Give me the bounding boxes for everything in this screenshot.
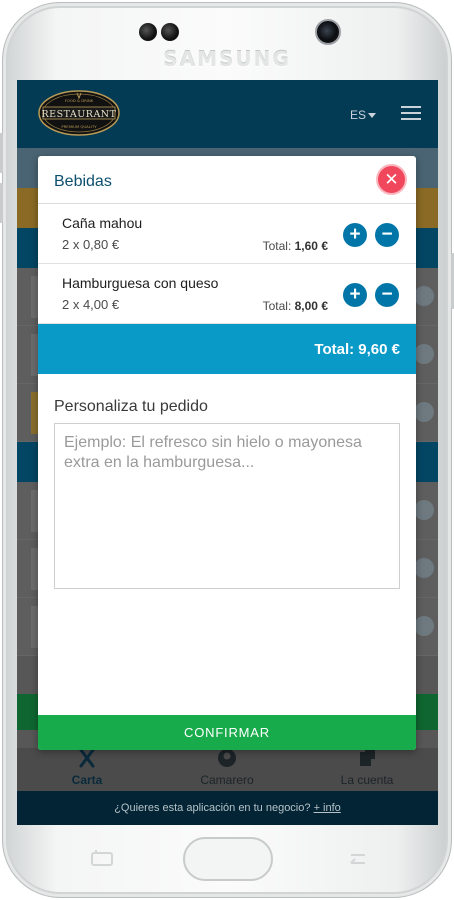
restaurant-logo[interactable]: RESTAURANT FOOD & DRINK PREMIUM QUALITY xyxy=(37,88,121,138)
svg-text:FOOD & DRINK: FOOD & DRINK xyxy=(65,98,94,103)
item-total: Total: 8,00 € xyxy=(262,299,328,313)
item-total-value: 1,60 € xyxy=(294,239,328,253)
item-total: Total: 1,60 € xyxy=(262,239,328,253)
volume-button xyxy=(0,133,3,173)
volume-button xyxy=(0,183,3,223)
nav-camarero[interactable]: Camarero xyxy=(157,748,297,791)
nav-label: Carta xyxy=(71,773,103,787)
item-name: Hamburguesa con queso xyxy=(62,275,219,291)
order-notes-input[interactable] xyxy=(54,423,400,589)
language-label: ES xyxy=(350,108,367,122)
order-modal: Bebidas ✕ Caña mahou 2 x 0,80 € Total: 1… xyxy=(38,156,416,750)
device-brand: SAMSUNG xyxy=(163,47,291,71)
recent-apps-key[interactable] xyxy=(89,849,115,869)
grand-total-bar: Total: 9,60 € xyxy=(38,324,416,374)
nav-la-cuenta[interactable]: La cuenta xyxy=(297,748,437,791)
minus-icon[interactable]: − xyxy=(375,283,399,307)
nav-carta[interactable]: Carta xyxy=(17,748,157,791)
modal-title: Bebidas xyxy=(54,173,112,190)
modal-header: Bebidas ✕ xyxy=(38,156,416,204)
bottom-navigation: Carta Camarero La cuenta xyxy=(17,748,438,791)
item-quantity: 2 x 0,80 € xyxy=(62,237,120,252)
customize-label: Personaliza tu pedido xyxy=(54,398,208,415)
item-quantity: 2 x 4,00 € xyxy=(62,297,120,312)
bill-icon xyxy=(297,748,437,770)
item-total-value: 8,00 € xyxy=(294,299,328,313)
sensor-dot xyxy=(161,23,179,41)
caret-down-icon xyxy=(368,113,377,119)
order-item: Caña mahou 2 x 0,80 € Total: 1,60 € + − xyxy=(38,204,416,264)
hamburger-menu-icon[interactable] xyxy=(401,106,421,122)
plus-icon[interactable]: + xyxy=(343,223,367,247)
promo-text: ¿Quieres esta aplicación en tu negocio? xyxy=(114,802,311,814)
promo-link[interactable]: + info xyxy=(314,802,341,814)
home-button[interactable] xyxy=(183,837,273,881)
close-icon[interactable]: ✕ xyxy=(378,166,405,193)
cutlery-icon xyxy=(17,748,157,770)
language-selector[interactable]: ES xyxy=(350,108,377,122)
promo-banner: ¿Quieres esta aplicación en tu negocio? … xyxy=(17,791,438,825)
front-camera xyxy=(315,19,341,45)
sensor-dot xyxy=(139,23,157,41)
nav-label: Camarero xyxy=(200,773,254,787)
logo-text: RESTAURANT xyxy=(42,109,117,120)
plus-icon[interactable]: + xyxy=(343,283,367,307)
minus-icon[interactable]: − xyxy=(375,223,399,247)
order-item: Hamburguesa con queso 2 x 4,00 € Total: … xyxy=(38,264,416,324)
waiter-icon xyxy=(157,748,297,770)
back-key[interactable] xyxy=(345,849,371,869)
item-name: Caña mahou xyxy=(62,215,143,231)
app-header: RESTAURANT FOOD & DRINK PREMIUM QUALITY … xyxy=(17,80,438,148)
nav-label: La cuenta xyxy=(340,773,394,787)
confirm-button[interactable]: CONFIRMAR xyxy=(38,715,416,750)
svg-text:PREMIUM QUALITY: PREMIUM QUALITY xyxy=(61,124,97,129)
grand-total: Total: 9,60 € xyxy=(314,341,400,358)
